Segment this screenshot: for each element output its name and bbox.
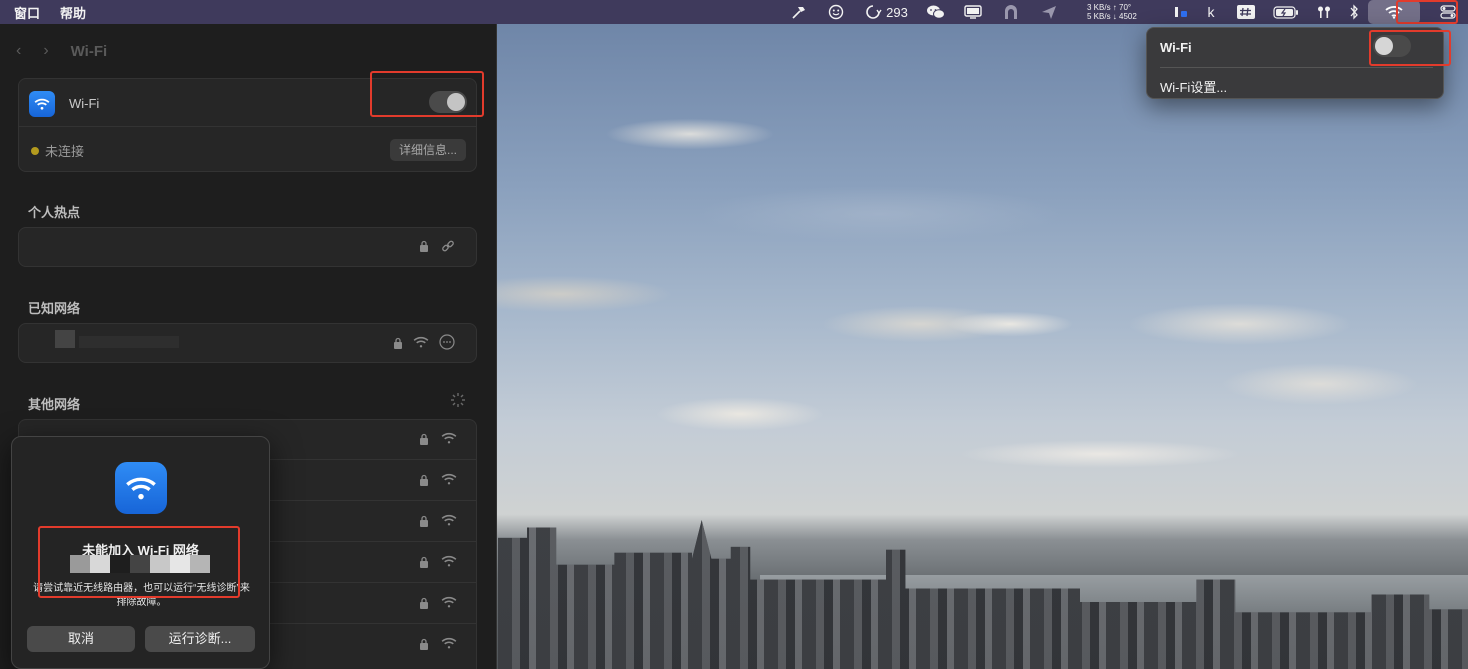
lock-icon bbox=[393, 337, 403, 352]
hotspot-section-title: 个人热点 bbox=[28, 205, 81, 220]
connection-status: 未连接 bbox=[31, 141, 84, 160]
menu-separator bbox=[1160, 67, 1433, 68]
net-stats-line1: 3 KB/s ↑ 70° bbox=[1087, 3, 1132, 12]
details-button[interactable]: 详细信息... bbox=[389, 139, 466, 161]
chat-refresh-icon[interactable]: 293 bbox=[854, 0, 918, 24]
back-chevron-icon[interactable]: ‹ bbox=[16, 42, 21, 60]
airpods-icon[interactable] bbox=[1308, 0, 1340, 24]
network-stats[interactable]: 3 KB/s ↑ 70° 5 KB/s ↓ 4502 bbox=[1068, 0, 1168, 24]
highlight-menubar-wifi bbox=[1396, 0, 1458, 24]
smiley-icon[interactable] bbox=[818, 0, 854, 24]
menu-window[interactable]: 窗口 bbox=[14, 3, 40, 22]
input-method-label: k bbox=[1207, 4, 1215, 20]
wechat-icon[interactable] bbox=[918, 0, 954, 24]
wifi-alert-icon bbox=[115, 462, 167, 514]
wifi-signal-icon bbox=[441, 473, 457, 488]
wifi-signal-icon bbox=[441, 555, 457, 570]
highlight-settings-toggle bbox=[370, 71, 484, 117]
known-networks-card bbox=[18, 323, 477, 363]
status-text: 未连接 bbox=[45, 144, 85, 159]
arch-icon[interactable] bbox=[992, 0, 1030, 24]
redacted-network-name-2 bbox=[79, 336, 179, 348]
wifi-label: Wi-Fi bbox=[69, 96, 100, 111]
status-dot bbox=[31, 146, 39, 155]
wifi-app-icon bbox=[29, 91, 55, 117]
lock-icon bbox=[419, 597, 429, 612]
lock-icon bbox=[419, 240, 429, 255]
menu-bar: 窗口 帮助 293 3 KB/s ↑ 70° 5 KB/s ↓ 4502 k bbox=[0, 0, 1468, 24]
badge-count: 293 bbox=[886, 4, 908, 20]
hotspot-card bbox=[18, 227, 477, 267]
keyboard-icon[interactable] bbox=[1228, 0, 1264, 24]
bluetooth-icon[interactable] bbox=[1340, 0, 1368, 24]
lock-icon bbox=[419, 474, 429, 489]
wifi-signal-icon bbox=[441, 637, 457, 652]
page-title: Wi-Fi bbox=[70, 42, 108, 60]
lock-icon bbox=[419, 433, 429, 448]
battery-icon[interactable] bbox=[1264, 0, 1308, 24]
lock-icon bbox=[419, 515, 429, 530]
lock-icon bbox=[419, 638, 429, 653]
cancel-button[interactable]: 取消 bbox=[27, 626, 135, 652]
highlight-menu-toggle bbox=[1369, 30, 1451, 66]
link-icon bbox=[441, 239, 455, 256]
send-icon[interactable] bbox=[1030, 0, 1068, 24]
status-indicator-icon[interactable] bbox=[1168, 0, 1194, 24]
nav-bar: ‹ › Wi-Fi bbox=[16, 42, 107, 60]
run-diagnostics-button[interactable]: 运行诊断... bbox=[145, 626, 255, 652]
display-icon[interactable] bbox=[954, 0, 992, 24]
wifi-signal-icon bbox=[441, 432, 457, 447]
other-networks-title: 其他网络 bbox=[28, 397, 81, 412]
highlight-alert-text bbox=[38, 526, 240, 598]
redacted-network-name bbox=[55, 330, 75, 348]
wifi-signal-icon bbox=[441, 596, 457, 611]
forward-chevron-icon[interactable]: › bbox=[43, 42, 48, 60]
lock-icon bbox=[419, 556, 429, 571]
wifi-menu-title: Wi-Fi bbox=[1160, 40, 1192, 55]
wifi-settings-menu-item[interactable]: Wi-Fi设置... bbox=[1160, 77, 1227, 96]
menu-help[interactable]: 帮助 bbox=[60, 3, 86, 22]
net-stats-line2: 5 KB/s ↓ 4502 bbox=[1087, 12, 1137, 21]
input-method[interactable]: k bbox=[1194, 0, 1228, 24]
hammer-icon[interactable] bbox=[780, 0, 818, 24]
known-networks-title: 已知网络 bbox=[28, 301, 81, 316]
more-options-icon[interactable] bbox=[439, 334, 455, 353]
wifi-signal-icon bbox=[413, 336, 429, 351]
loading-spinner-icon bbox=[450, 392, 466, 411]
wifi-signal-icon bbox=[441, 514, 457, 529]
